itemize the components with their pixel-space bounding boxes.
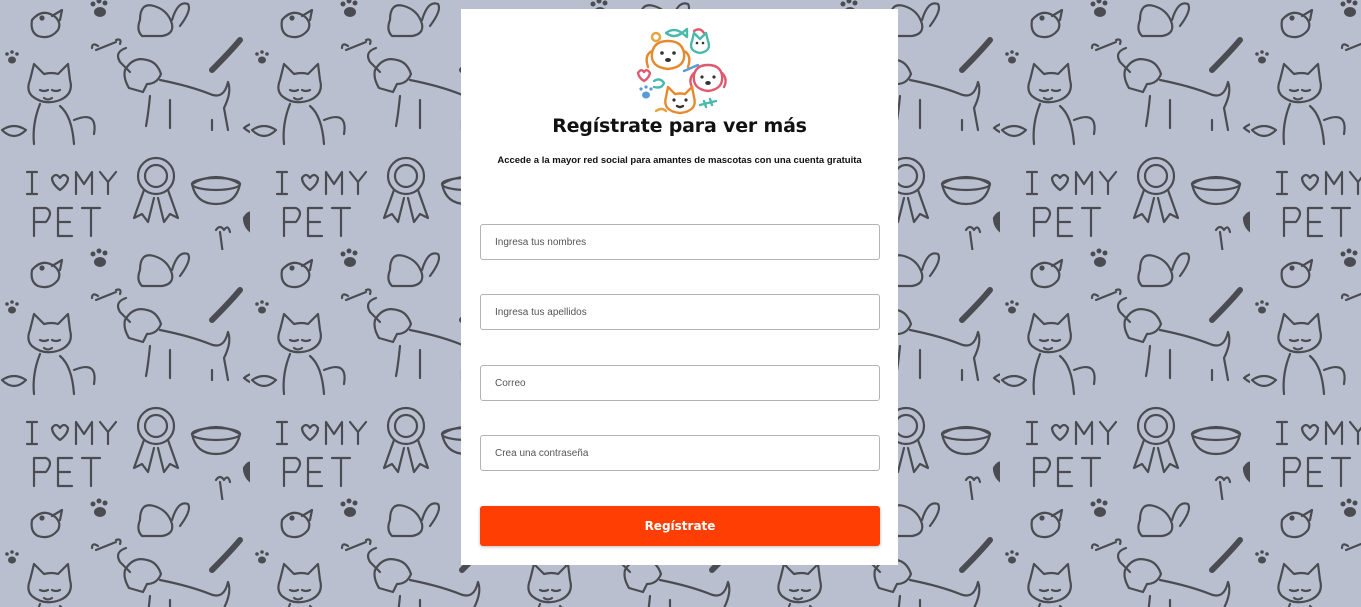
page-subtitle: Accede a la mayor red social para amante… [497, 155, 862, 166]
last-names-input[interactable] [480, 294, 880, 330]
register-card: Regístrate para ver más Accede a la mayo… [461, 9, 898, 565]
page-title: Regístrate para ver más [552, 115, 807, 137]
register-button[interactable]: Regístrate [480, 506, 880, 546]
first-names-input[interactable] [480, 224, 880, 260]
password-input[interactable] [480, 435, 880, 471]
pets-circle-logo-icon [636, 27, 727, 115]
email-input[interactable] [480, 365, 880, 401]
